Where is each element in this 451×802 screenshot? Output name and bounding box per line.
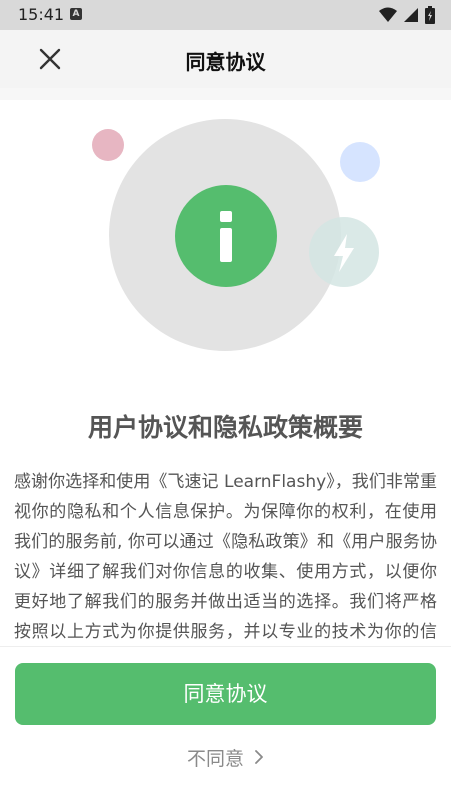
status-time: 15:41 (18, 5, 65, 24)
battery-icon (425, 6, 435, 24)
status-bar: 15:41 A (0, 0, 451, 30)
disagree-label: 不同意 (186, 748, 244, 770)
summary-body: 感谢你选择和使用《飞速记 LearnFlashy》，我们非常重视你的隐私和个人信… (14, 472, 437, 642)
summary-title: 用户协议和隐私政策概要 (87, 413, 363, 442)
page-title: 同意协议 (185, 50, 266, 74)
header: 同意协议 (0, 30, 451, 88)
disagree-link[interactable]: 不同意 (0, 744, 451, 771)
chevron-right-icon (255, 750, 263, 764)
info-illustration (92, 119, 380, 351)
signal-icon (404, 8, 418, 22)
info-icon (220, 211, 232, 262)
pink-decoration-dot (92, 129, 124, 161)
notification-icon: A (70, 8, 82, 20)
status-icons (379, 6, 435, 24)
blue-decoration-dot (340, 142, 380, 182)
agree-button[interactable]: 同意协议 (15, 663, 436, 725)
wifi-icon (379, 7, 397, 22)
header-divider (0, 88, 451, 100)
